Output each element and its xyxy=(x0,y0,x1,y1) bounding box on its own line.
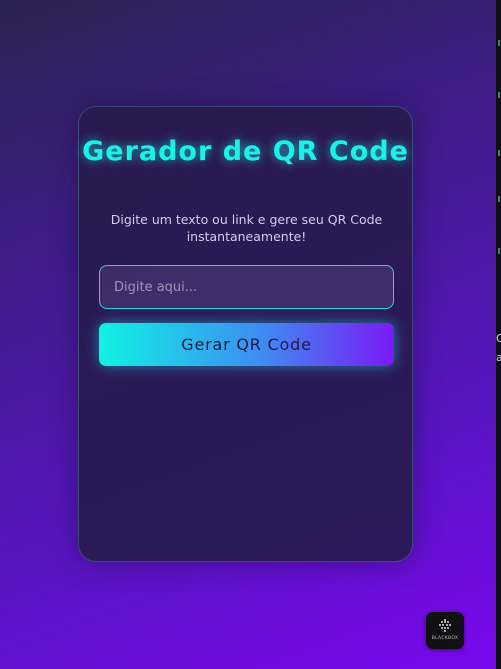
edge-glyph-top: O xyxy=(496,333,501,344)
edge-marker xyxy=(498,196,500,202)
page-title: Gerador de QR Code xyxy=(82,136,409,167)
qr-generator-card: Gerador de QR Code Digite um texto ou li… xyxy=(78,106,413,562)
blackbox-badge-label: BLACKBOX xyxy=(431,636,459,641)
qr-text-input[interactable] xyxy=(99,265,394,309)
edge-marker xyxy=(498,40,500,46)
edge-marker xyxy=(498,248,500,254)
generate-qr-button[interactable]: Gerar QR Code xyxy=(99,323,394,366)
blackbox-badge[interactable]: BLACKBOX xyxy=(426,612,464,649)
edge-marker xyxy=(498,150,500,156)
edge-glyph-bottom: a xyxy=(496,352,501,363)
page-subtitle: Digite um texto ou link e gere seu QR Co… xyxy=(110,212,383,244)
blackbox-logo-icon xyxy=(439,619,451,632)
edge-marker xyxy=(498,92,500,98)
